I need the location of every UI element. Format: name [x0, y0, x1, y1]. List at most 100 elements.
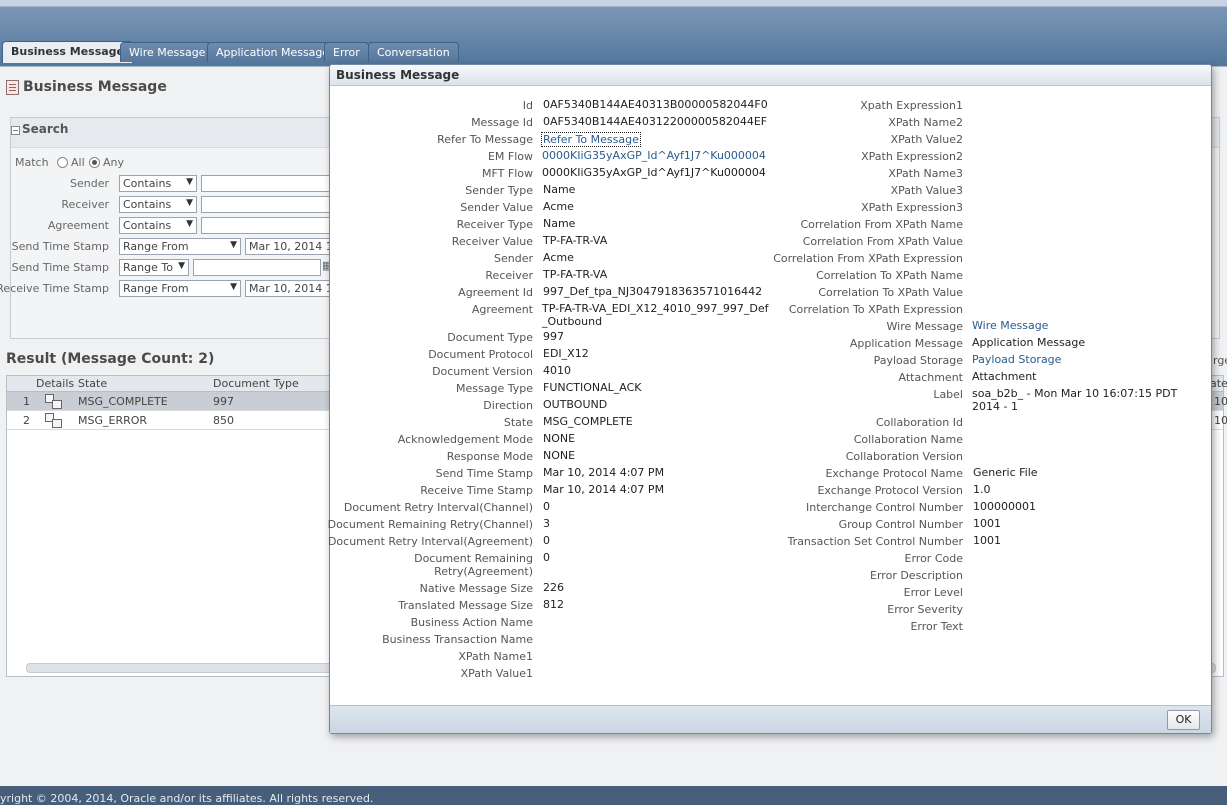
dialog-titlebar[interactable]: Business Message: [330, 65, 1211, 86]
exchange-protocol-name-label: Exchange Protocol Name: [825, 467, 963, 480]
xpath-expression3-label: XPath Expression3: [861, 201, 963, 214]
column-header-details[interactable]: Details: [36, 377, 74, 390]
acknowledgement-mode-value: NONE: [543, 432, 576, 445]
details-icon[interactable]: [45, 394, 62, 409]
send-time-to-operator-select[interactable]: Range To ▼: [119, 259, 189, 276]
correlation-from-xpath-value-label: Correlation From XPath Value: [802, 235, 963, 248]
send-time-to-label: Send Time Stamp: [11, 261, 109, 274]
row-number: 2: [23, 414, 30, 427]
send-time-from-operator-select[interactable]: Range From ▼: [119, 238, 241, 255]
label-value: soa_b2b_ - Mon Mar 10 16:07:15 PDT 2014 …: [972, 387, 1178, 413]
dropdown-arrow-icon: ▼: [230, 240, 237, 250]
error-severity-label: Error Severity: [887, 603, 963, 616]
search-title: Search: [22, 122, 69, 136]
xpath-name1-label: XPath Name1: [458, 650, 533, 663]
dropdown-arrow-icon: ▼: [230, 282, 237, 292]
attachment-label: Attachment: [898, 371, 964, 384]
sender-operator-select[interactable]: Contains ▼: [119, 175, 197, 192]
send-time-from-input[interactable]: Mar 10, 2014 12: [245, 238, 341, 255]
receiver-operator-select[interactable]: Contains ▼: [119, 196, 197, 213]
column-header-state[interactable]: State: [78, 377, 107, 390]
interchange-control-number-label: Interchange Control Number: [805, 501, 963, 514]
message-id-label: Message Id: [471, 116, 533, 129]
tab-conversation[interactable]: Conversation: [368, 42, 459, 62]
receiver-type-value: Name: [543, 217, 576, 230]
direction-value: OUTBOUND: [543, 398, 608, 411]
business-transaction-name-label: Business Transaction Name: [382, 633, 533, 646]
xpath-expression1-label: Xpath Expression1: [860, 99, 963, 112]
ok-button[interactable]: OK: [1167, 710, 1200, 730]
payload-storage-link[interactable]: Payload Storage: [972, 353, 1061, 366]
details-icon[interactable]: [45, 413, 62, 428]
retry-interval-channel-value: 0: [543, 500, 550, 513]
collapse-icon[interactable]: −: [11, 126, 20, 135]
document-version-label: Document Version: [432, 365, 533, 378]
response-mode-label: Response Mode: [446, 450, 533, 463]
receiver-label: Receiver: [61, 198, 109, 211]
receive-time-stamp-value: Mar 10, 2014 4:07 PM: [543, 483, 665, 496]
em-flow-label: EM Flow: [487, 150, 533, 163]
correlation-to-xpath-name-label: Correlation To XPath Name: [816, 269, 963, 282]
xpath-name3-label: XPath Name3: [888, 167, 963, 180]
remaining-retry-agreement-label: Document Remaining Retry(Agreement): [414, 552, 533, 578]
match-all-radio[interactable]: All: [57, 156, 85, 169]
dropdown-arrow-icon: ▼: [186, 219, 193, 229]
dialog-body: Id 0AF5340B144AE40313B00000582044F0 Mess…: [327, 87, 1211, 705]
exchange-protocol-name-value: Generic File: [973, 466, 1038, 479]
group-control-number-value: 1001: [973, 517, 1001, 530]
correlation-to-xpath-expression-label: Correlation To XPath Expression: [788, 303, 963, 316]
receiver-input[interactable]: [201, 196, 341, 213]
send-time-to-input[interactable]: [193, 259, 321, 276]
response-mode-value: NONE: [543, 449, 576, 462]
tab-wire-message[interactable]: Wire Message: [120, 42, 215, 62]
tab-business-message[interactable]: Business Message: [2, 41, 134, 63]
wire-message-link[interactable]: Wire Message: [972, 319, 1048, 332]
dropdown-arrow-icon: ▼: [186, 177, 193, 187]
dropdown-arrow-icon: ▼: [178, 261, 185, 271]
page-title: Business Message: [23, 79, 167, 95]
state-value: MSG_COMPLETE: [543, 415, 633, 428]
remaining-retry-agreement-value: 0: [543, 551, 550, 564]
state-label: State: [503, 416, 533, 429]
business-message-dialog: Business Message Id 0AF5340B144AE40313B0…: [327, 64, 1212, 734]
column-header-document-type[interactable]: Document Type: [213, 377, 299, 390]
receive-time-from-input[interactable]: Mar 10, 2014 12: [245, 280, 341, 297]
retry-interval-agreement-value: 0: [543, 534, 550, 547]
tab-error[interactable]: Error: [324, 42, 369, 62]
radio-selected-icon: [89, 157, 100, 168]
refer-to-message-label: Refer To Message: [437, 133, 533, 146]
document-icon: [6, 79, 19, 95]
sender-input[interactable]: [201, 175, 341, 192]
send-time-stamp-label: Send Time Stamp: [435, 467, 533, 480]
send-time-from-label: Send Time Stamp: [11, 240, 109, 253]
group-control-number-label: Group Control Number: [838, 518, 963, 531]
retry-interval-agreement-label: Document Retry Interval(Agreement): [327, 535, 533, 548]
mft-flow-label: MFT Flow: [482, 167, 533, 180]
dialog-footer: OK: [330, 705, 1211, 733]
label-label: Label: [933, 388, 963, 401]
sender-value-label: Sender Value: [460, 201, 533, 214]
message-type-label: Message Type: [456, 382, 533, 395]
remaining-retry-channel-label: Document Remaining Retry(Channel): [327, 518, 533, 531]
document-type-label: Document Type: [447, 331, 533, 344]
acknowledgement-mode-label: Acknowledgement Mode: [397, 433, 533, 446]
em-flow-link[interactable]: 0000KIiG35yAxGP_Id^Ayf1J7^Ku000004: [542, 149, 766, 162]
agreement-operator-select[interactable]: Contains ▼: [119, 217, 197, 234]
translated-message-size-label: Translated Message Size: [398, 599, 533, 612]
agreement-input[interactable]: [201, 217, 341, 234]
agreement-label: Agreement: [47, 219, 109, 232]
row-state: MSG_COMPLETE: [78, 395, 168, 408]
tab-application-message[interactable]: Application Message: [207, 42, 339, 62]
sender-type-value: Name: [543, 183, 576, 196]
document-type-value: 997: [543, 330, 564, 343]
row-document-type: 850: [213, 414, 234, 427]
row-truncated: 10: [1214, 414, 1227, 427]
receive-time-from-operator-select[interactable]: Range From ▼: [119, 280, 241, 297]
send-time-stamp-value: Mar 10, 2014 4:07 PM: [543, 466, 665, 479]
refer-to-message-link[interactable]: Refer To Message: [541, 132, 641, 147]
match-any-radio[interactable]: Any: [89, 156, 124, 169]
document-protocol-label: Document Protocol: [428, 348, 533, 361]
error-level-label: Error Level: [903, 586, 963, 599]
receiver-value-value: TP-FA-TR-VA: [543, 234, 608, 247]
error-text-label: Error Text: [910, 620, 963, 633]
